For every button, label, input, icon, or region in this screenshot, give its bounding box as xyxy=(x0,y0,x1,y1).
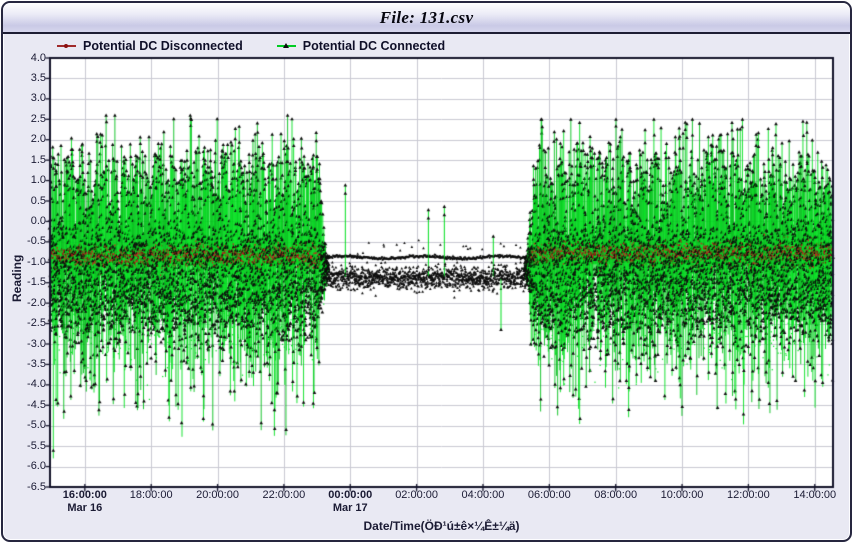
x-tick-label: 14:00:00 xyxy=(783,489,847,502)
y-tick-label: -1.0 xyxy=(3,256,46,269)
x-tick-label: 06:00:00 xyxy=(517,489,581,502)
window-title: File: 131.csv xyxy=(380,8,474,28)
y-tick-label: 3.0 xyxy=(3,92,46,105)
y-tick-label: -3.0 xyxy=(3,338,46,351)
x-tick-label: 18:00:00 xyxy=(119,489,183,502)
y-tick-label: -6.5 xyxy=(3,481,46,494)
y-tick-label: -6.0 xyxy=(3,460,46,473)
x-tick-label: 12:00:00 xyxy=(716,489,780,502)
y-tick-label: -5.5 xyxy=(3,440,46,453)
red-line-marker-icon xyxy=(57,45,76,47)
chart-window: File: 131.csv Potential DC Disconnected … xyxy=(1,1,852,542)
x-tick-label: 08:00:00 xyxy=(584,489,648,502)
y-tick-label: -2.5 xyxy=(3,317,46,330)
y-tick-label: -5.0 xyxy=(3,419,46,432)
y-tick-label: 0.0 xyxy=(3,215,46,228)
y-tick-label: -2.0 xyxy=(3,297,46,310)
x-date-label: Mar 17 xyxy=(318,502,382,515)
y-tick-label: 4.0 xyxy=(3,52,46,65)
x-tick-label: 02:00:00 xyxy=(385,489,449,502)
x-tick-label: 00:00:00 xyxy=(318,489,382,502)
y-tick-label: 2.5 xyxy=(3,113,46,126)
y-tick-label: 1.0 xyxy=(3,174,46,187)
y-tick-label: -3.5 xyxy=(3,358,46,371)
window-titlebar[interactable]: File: 131.csv xyxy=(3,3,850,34)
x-tick-label: 20:00:00 xyxy=(186,489,250,502)
chart-canvas xyxy=(40,48,843,497)
x-axis-title: Date/Time(ÖÐ¹ú±ê×¼Ê±¼ä) xyxy=(50,519,833,533)
x-tick-label: 16:00:00 xyxy=(53,489,117,502)
y-tick-label: 3.5 xyxy=(3,72,46,85)
y-tick-label: -0.5 xyxy=(3,235,46,248)
screenshot-root: File: 131.csv Potential DC Disconnected … xyxy=(0,0,853,543)
x-tick-label: 10:00:00 xyxy=(650,489,714,502)
y-tick-label: -4.0 xyxy=(3,378,46,391)
y-tick-label: -4.5 xyxy=(3,399,46,412)
x-tick-label: 04:00:00 xyxy=(451,489,515,502)
green-line-marker-icon xyxy=(277,45,296,47)
y-tick-label: 2.0 xyxy=(3,133,46,146)
y-tick-label: 0.5 xyxy=(3,195,46,208)
y-tick-label: -1.5 xyxy=(3,276,46,289)
x-date-label: Mar 16 xyxy=(53,502,117,515)
y-tick-label: 1.5 xyxy=(3,154,46,167)
x-tick-label: 22:00:00 xyxy=(252,489,316,502)
